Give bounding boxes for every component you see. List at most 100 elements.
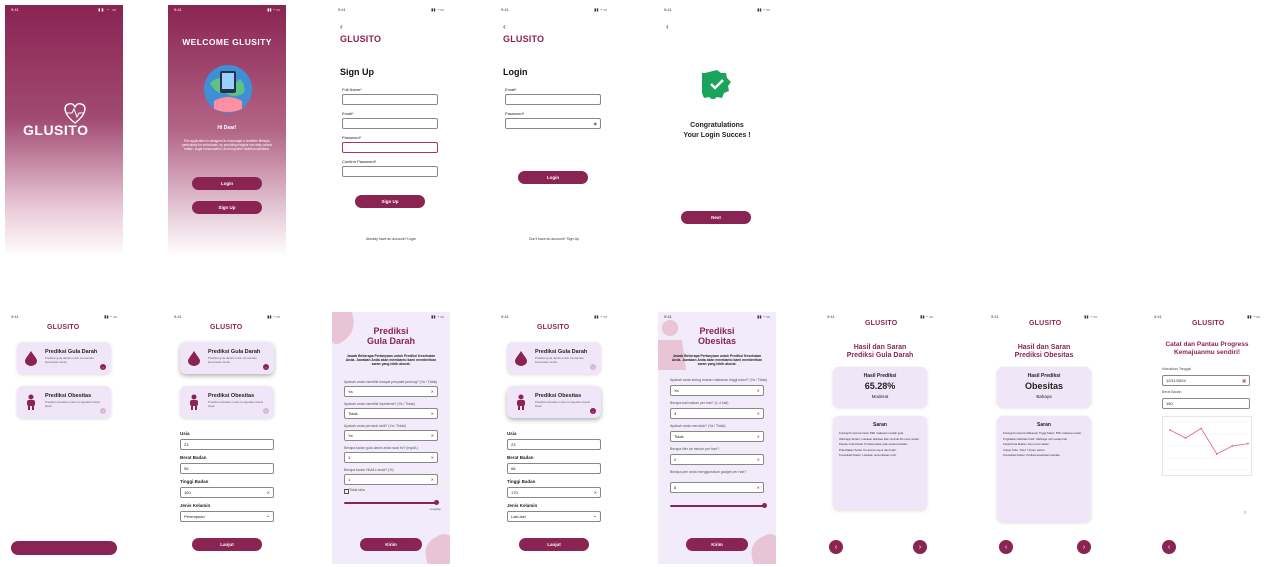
chevron-right-icon[interactable]: ›: [590, 408, 596, 414]
card-obesitas[interactable]: Prediksi Obesitas Prediksi obesitas untu…: [17, 386, 111, 418]
welcome-title: WELCOME GLUSITY: [182, 37, 272, 47]
clear-icon[interactable]: ✕: [431, 477, 434, 482]
back-arrow-icon[interactable]: ‹: [666, 22, 669, 31]
clear-icon[interactable]: ✕: [431, 455, 434, 460]
status-bar: 9:41 ▮▮ ◔ ▭: [664, 7, 770, 15]
chevron-right-icon[interactable]: ›: [263, 364, 269, 370]
lanjut-button[interactable]: Lanjut: [519, 538, 589, 551]
person-icon: [517, 394, 525, 410]
clear-icon[interactable]: ✕: [431, 433, 434, 438]
chevron-right-icon[interactable]: ›: [263, 408, 269, 414]
signup-submit-button[interactable]: Sign Up: [355, 195, 425, 208]
slider-thumb[interactable]: [762, 503, 767, 508]
clear-icon[interactable]: ✕: [431, 389, 434, 394]
card-gula-darah[interactable]: Prediksi Gula Darah Prediksi gula darah …: [17, 342, 111, 374]
password-input[interactable]: [342, 142, 438, 153]
clear-icon[interactable]: ✕: [757, 457, 760, 462]
usia-label: Usia: [507, 431, 517, 436]
next-button[interactable]: ›: [1077, 540, 1091, 554]
progress-title-line1: Catat dan Pantau Progress: [1165, 341, 1249, 348]
back-arrow-icon[interactable]: ‹: [503, 22, 506, 31]
answer-4-input[interactable]: 2 ✕: [670, 454, 764, 465]
progress-slider[interactable]: [670, 505, 764, 507]
clear-icon[interactable]: ✕: [757, 411, 760, 416]
berat-label: Berat Badan: [507, 455, 534, 460]
clear-icon[interactable]: ✕: [757, 388, 760, 393]
lanjut-button[interactable]: Lanjut: [192, 538, 262, 551]
kirim-button[interactable]: Kirim: [686, 538, 748, 551]
clear-icon[interactable]: ✕: [267, 490, 270, 495]
kirim-button[interactable]: Kirim: [360, 538, 422, 551]
back-arrow-icon[interactable]: ‹: [340, 22, 343, 31]
next-button[interactable]: ›: [913, 540, 927, 554]
fullname-input[interactable]: [342, 94, 438, 105]
password-input[interactable]: ◉: [505, 118, 601, 129]
answer-2-input[interactable]: 3 ✕: [670, 408, 764, 419]
calendar-icon[interactable]: ▦: [1242, 378, 1246, 383]
saran-item: Olahraga Teratur: Lakukan aktivitas fisi…: [839, 436, 920, 441]
chevron-right-icon[interactable]: ›: [590, 364, 596, 370]
login-link[interactable]: Already have an account? Login: [332, 237, 450, 241]
answer-1-input[interactable]: Ya ✕: [670, 385, 764, 396]
data-point: [1215, 453, 1218, 455]
date-input[interactable]: 12/11/2024 ▦: [1162, 375, 1250, 386]
next-button[interactable]: Next: [681, 211, 751, 224]
kelamin-select[interactable]: Perempuan ⌄: [180, 511, 274, 522]
data-point: [1231, 445, 1234, 447]
usia-input[interactable]: 23: [507, 439, 601, 450]
answer-5-input[interactable]: 1 ✕: [344, 474, 438, 485]
question-4: Berapa liter air minum per hari?: [670, 447, 720, 451]
confirm-password-input[interactable]: [342, 166, 438, 177]
email-input[interactable]: [505, 94, 601, 105]
bottom-bar[interactable]: [11, 541, 117, 555]
progress-slider[interactable]: [344, 502, 438, 504]
status-bar: 9:41 ▮▮ ◔ ▭: [11, 314, 117, 322]
signup-link[interactable]: Don't have an account? Sign Up: [495, 237, 613, 241]
card-obesitas[interactable]: Prediksi Obesitas Prediksi obesitas untu…: [507, 386, 601, 418]
answer-5-input[interactable]: 8 ✕: [670, 482, 764, 493]
signal-icon: ▮▮ ◔ ▭: [1084, 314, 1097, 319]
menu-screen: 9:41 ▮▮ ◔ ▭ GLUSITO Prediksi Gula Darah P…: [5, 312, 123, 564]
saran-item: Kurangi Konsumsi Gula: Pilih makanan ren…: [839, 431, 904, 435]
clear-icon[interactable]: ✕: [757, 485, 760, 490]
card-gula-darah[interactable]: Prediksi Gula Darah Prediksi gula darah …: [507, 342, 601, 374]
tinggi-input[interactable]: 170 ✕: [507, 487, 601, 498]
usia-input[interactable]: 23: [180, 439, 274, 450]
clear-icon[interactable]: ✕: [431, 411, 434, 416]
card-obesitas[interactable]: Prediksi Obesitas Prediksi obesitas untu…: [180, 386, 274, 418]
email-input[interactable]: [342, 118, 438, 129]
chevron-right-icon[interactable]: ›: [100, 364, 106, 370]
card-title: Prediksi Obesitas: [45, 393, 92, 399]
brand-logo: GLUSITO: [865, 320, 898, 327]
clear-icon[interactable]: ✕: [594, 490, 597, 495]
answer-3-input[interactable]: Ya ✕: [344, 430, 438, 441]
card-subtitle: Prediksi obesitas untuk mengetahui berat…: [208, 400, 264, 408]
eye-icon[interactable]: ◉: [594, 121, 598, 126]
data-point: [1184, 437, 1187, 439]
date-label: Masukkan Tanggal: [1162, 367, 1192, 371]
tinggi-input[interactable]: 160 ✕: [180, 487, 274, 498]
answer-3-input[interactable]: Tidak ✕: [670, 431, 764, 442]
prev-button[interactable]: ‹: [829, 540, 843, 554]
answer-4-input[interactable]: 1 ✕: [344, 452, 438, 463]
clear-icon[interactable]: ✕: [757, 434, 760, 439]
result-title-line1: Hasil dan Saran: [1017, 344, 1071, 351]
kelamin-select[interactable]: Laki-laki ⌄: [507, 511, 601, 522]
answer-3-value: Ya: [348, 433, 353, 438]
slider-thumb[interactable]: [434, 500, 439, 505]
prev-button[interactable]: ‹: [999, 540, 1013, 554]
chevron-right-icon[interactable]: ›: [100, 408, 106, 414]
login-button[interactable]: Login: [192, 177, 262, 190]
person-icon: [190, 394, 198, 410]
weight-input[interactable]: 150: [1162, 398, 1250, 409]
answer-2-input[interactable]: Tidak ✕: [344, 408, 438, 419]
prev-button[interactable]: ‹: [1162, 540, 1176, 554]
berat-label: Berat Badan: [180, 455, 207, 460]
login-submit-button[interactable]: Login: [518, 171, 588, 184]
berat-input[interactable]: 55: [180, 463, 274, 474]
berat-input[interactable]: 68: [507, 463, 601, 474]
card-gula-darah[interactable]: Prediksi Gula Darah Prediksi gula darah …: [180, 342, 274, 374]
signup-button[interactable]: Sign Up: [192, 201, 262, 214]
answer-1-input[interactable]: Ya ✕: [344, 386, 438, 397]
chevron-right-icon[interactable]: ›: [1244, 510, 1246, 516]
